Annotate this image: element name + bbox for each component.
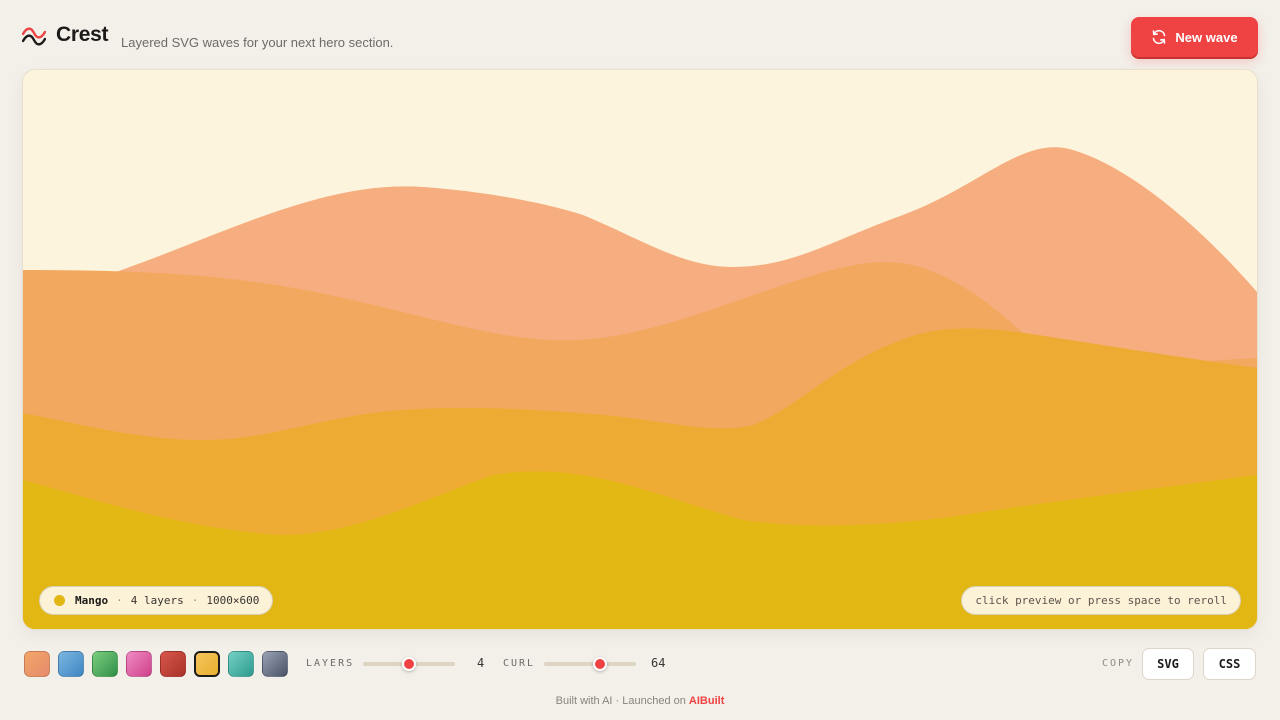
layers-count-text: 4 layers — [130, 594, 184, 607]
palette-info-pill: Mango · 4 layers · 1000×600 — [39, 586, 274, 615]
app-name: Crest — [56, 23, 109, 46]
palette-color-dot — [54, 595, 65, 606]
palette-swatch-mango[interactable] — [194, 651, 220, 677]
palette-swatch-sunset[interactable] — [24, 651, 50, 677]
aibuilt-link[interactable]: AIBuilt — [689, 695, 724, 707]
canvas-size-text: 1000×600 — [206, 594, 260, 607]
palette-name: Mango — [75, 594, 109, 607]
curl-slider[interactable] — [544, 657, 636, 671]
palette-swatch-slate[interactable] — [262, 651, 288, 677]
copy-css-button[interactable]: CSS — [1203, 648, 1256, 680]
layers-slider[interactable] — [363, 657, 455, 671]
refresh-icon — [1153, 29, 1166, 45]
curl-value: 64 — [651, 656, 666, 670]
separator: · — [191, 594, 199, 607]
separator: · — [116, 594, 123, 607]
palette-swatch-berry[interactable] — [126, 651, 152, 677]
copy-svg-button[interactable]: SVG — [1142, 648, 1194, 680]
controls-toolbar: LAYERS 4 CURL 64 COPY SVG CSS — [0, 645, 1280, 685]
palette-swatch-forest[interactable] — [92, 651, 118, 677]
new-wave-label: New wave — [1175, 29, 1238, 45]
curl-label: CURL — [503, 658, 536, 669]
wave-canvas — [23, 70, 1257, 629]
layers-label: LAYERS — [306, 658, 355, 669]
app-tagline: Layered SVG waves for your next hero sec… — [121, 35, 394, 50]
footer-text: Built with AI · Launched on — [555, 695, 686, 707]
palette-swatch-ocean[interactable] — [58, 651, 84, 677]
palette-swatch-ember[interactable] — [160, 651, 186, 677]
footer: Built with AI · Launched on AIBuilt — [0, 695, 1280, 707]
wave-logo-icon — [22, 27, 46, 46]
layers-slider-thumb[interactable] — [402, 657, 416, 671]
wave-preview[interactable]: Mango · 4 layers · 1000×600 click previe… — [23, 70, 1257, 629]
curl-slider-thumb[interactable] — [593, 657, 608, 671]
new-wave-button[interactable]: New wave — [1131, 17, 1258, 57]
app-header: Crest Layered SVG waves for your next he… — [0, 0, 1280, 70]
reroll-hint: click preview or press space to reroll — [961, 586, 1241, 615]
layers-value: 4 — [477, 656, 485, 670]
palette-swatch-lagoon[interactable] — [228, 651, 254, 677]
copy-label: COPY — [1102, 658, 1135, 669]
